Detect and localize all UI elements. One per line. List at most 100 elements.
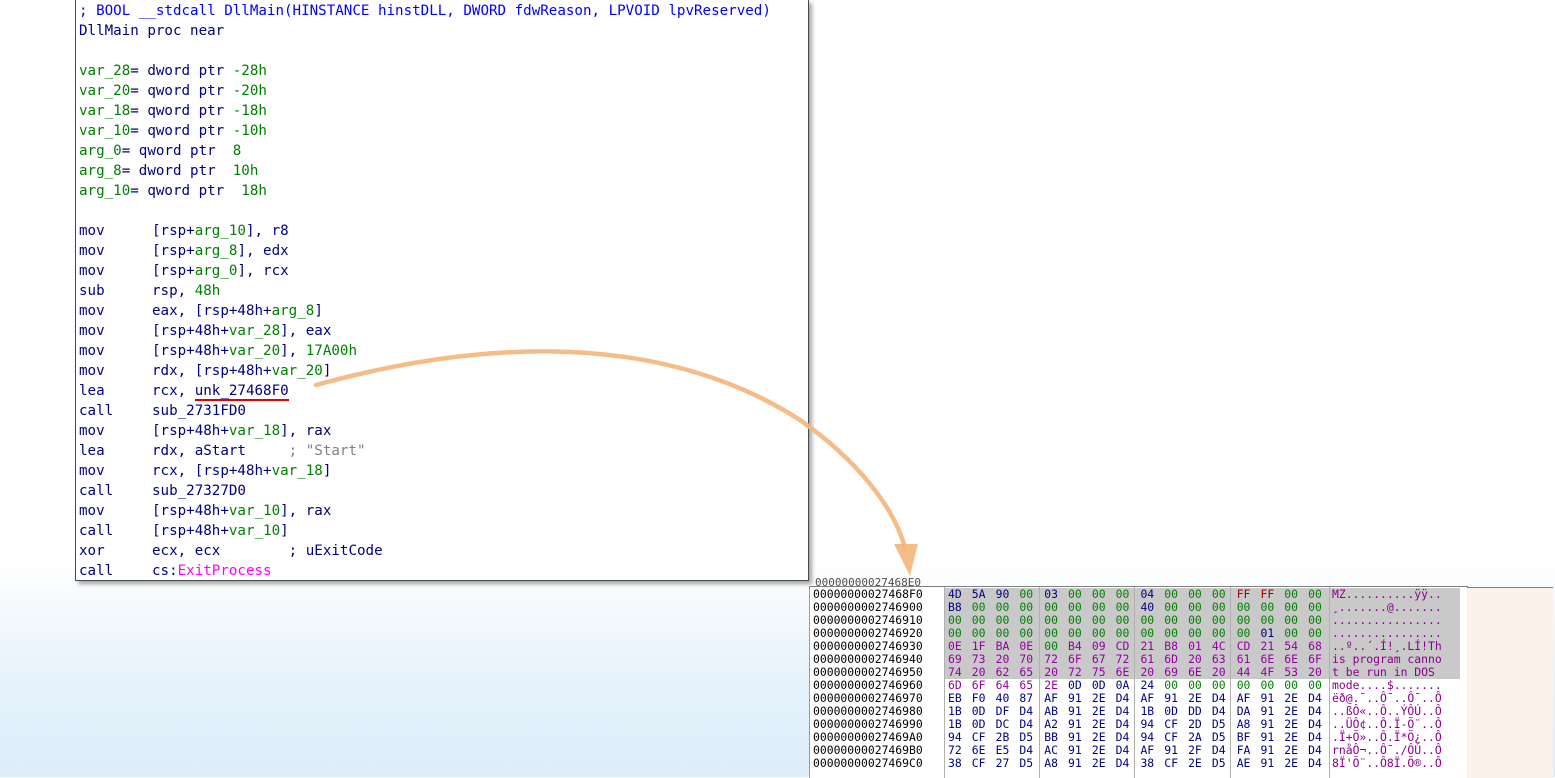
hex-byte[interactable]: 91	[1261, 757, 1280, 770]
hex-byte[interactable]: 38	[1140, 757, 1159, 770]
asm-line[interactable]: lea rcx, unk_27468F0	[79, 381, 808, 401]
instruction-operand: ], edx	[237, 243, 289, 259]
instruction-mnemonic: mov	[79, 263, 105, 279]
hex-byte[interactable]: D4	[1308, 757, 1327, 770]
hex-row[interactable]: 00000000027469C0 38 CF 27 D5 A8 91 2E D4 38 CF 2E D5…	[810, 757, 1468, 770]
instruction-mnemonic: mov	[79, 223, 105, 239]
annotation-arrowhead	[894, 544, 918, 576]
stack-variable-name[interactable]: var_10	[79, 123, 130, 139]
stack-variable-offset: 10h	[232, 163, 259, 179]
asm-line[interactable]: mov eax, [rsp+48h+arg_8]	[79, 301, 808, 321]
instruction-mnemonic: call	[79, 523, 114, 539]
asm-line[interactable]: var_28= dword ptr -28h	[79, 61, 808, 81]
asm-line[interactable]: call cs:ExitProcess	[79, 561, 808, 581]
asm-line[interactable]: arg_10= qword ptr 18h	[79, 181, 808, 201]
asm-line[interactable]: call [rsp+48h+var_10]	[79, 521, 808, 541]
asm-line[interactable]: mov [rsp+48h+var_18], rax	[79, 421, 808, 441]
asm-line[interactable]: mov rdx, [rsp+48h+var_20]	[79, 361, 808, 381]
stack-variable-name[interactable]: arg_8	[79, 163, 122, 179]
instruction-mnemonic: lea	[79, 383, 105, 399]
hex-byte[interactable]: D5	[1019, 757, 1038, 770]
asm-line[interactable]: xor ecx, ecx ; uExitCode	[79, 541, 808, 561]
asm-line[interactable]: mov rcx, [rsp+48h+var_18]	[79, 461, 808, 481]
operand-variable-ref[interactable]: arg_8	[272, 303, 315, 319]
hex-byte[interactable]: D4	[1116, 757, 1135, 770]
asm-line[interactable]: ; BOOL __stdcall DllMain(HINSTANCE hinst…	[79, 1, 808, 21]
instruction-operand: ], eax	[280, 323, 332, 339]
operand-variable-ref[interactable]: arg_10	[195, 223, 246, 239]
asm-line[interactable]: var_20= qword ptr -20h	[79, 81, 808, 101]
instruction-operand: ], r8	[245, 223, 289, 239]
instruction-operand: [rsp+48h+	[152, 503, 229, 519]
operand-variable-ref[interactable]: var_18	[229, 423, 280, 439]
hex-view[interactable]: 00000000027468F0 4D 5A 90 00 03 00 00 00 04 00 00 00…	[809, 586, 1468, 778]
asm-line[interactable]: mov [rsp+48h+var_28], eax	[79, 321, 808, 341]
hex-byte[interactable]: CF	[1164, 757, 1183, 770]
stack-variable-offset: -28h	[232, 63, 267, 79]
asm-line[interactable]: mov [rsp+arg_8], edx	[79, 241, 808, 261]
operand-variable-ref[interactable]: arg_0	[195, 263, 238, 279]
asm-line[interactable]: DllMain proc near	[79, 21, 808, 41]
asm-line[interactable]: lea rdx, aStart ; "Start"	[79, 441, 808, 461]
operand-variable-ref[interactable]: var_10	[229, 503, 280, 519]
asm-line[interactable]: arg_0= qword ptr 8	[79, 141, 808, 161]
instruction-mnemonic: mov	[79, 243, 105, 259]
hex-view-right-pane	[1467, 587, 1553, 778]
disassembly-view[interactable]: ; BOOL __stdcall DllMain(HINSTANCE hinst…	[75, 0, 809, 581]
instruction-mnemonic: call	[79, 403, 114, 419]
instruction-operand: rcx,	[152, 383, 195, 399]
hex-byte[interactable]: CF	[972, 757, 991, 770]
hex-byte[interactable]: 91	[1068, 757, 1087, 770]
stack-variable-offset: 18h	[241, 183, 267, 199]
asm-line[interactable]: mov [rsp+48h+var_20], 17A00h	[79, 341, 808, 361]
stack-variable-offset: -20h	[232, 83, 267, 99]
hex-byte[interactable]: AE	[1237, 757, 1256, 770]
hex-byte[interactable]: A8	[1044, 757, 1063, 770]
asm-line[interactable]: call sub_2731FD0	[79, 401, 808, 421]
stack-variable-name[interactable]: var_28	[79, 63, 130, 79]
hex-byte[interactable]: 27	[996, 757, 1015, 770]
operand-variable-ref[interactable]: var_28	[229, 323, 280, 339]
asm-line[interactable]: var_18= qword ptr -18h	[79, 101, 808, 121]
stack-variable-name[interactable]: var_18	[79, 103, 130, 119]
asm-line[interactable]: call sub_27327D0	[79, 481, 808, 501]
instruction-comment: ; "Start"	[288, 443, 366, 459]
hex-byte[interactable]: 2E	[1092, 757, 1111, 770]
operand-variable-ref[interactable]: var_20	[229, 343, 280, 359]
instruction-operand: [rsp+	[152, 263, 195, 279]
instruction-operand: ], rax	[280, 423, 332, 439]
hex-byte[interactable]: D5	[1212, 757, 1231, 770]
stack-variable-name[interactable]: arg_0	[79, 143, 122, 159]
operand-variable-ref[interactable]: var_20	[272, 363, 323, 379]
asm-line[interactable]: arg_8= dword ptr 10h	[79, 161, 808, 181]
hex-byte[interactable]: 2E	[1284, 757, 1303, 770]
highlighted-data-ref[interactable]: unk_27468F0	[194, 383, 289, 401]
asm-line[interactable]: mov [rsp+arg_0], rcx	[79, 261, 808, 281]
asm-line[interactable]: mov [rsp+arg_10], r8	[79, 221, 808, 241]
operand-variable-ref[interactable]: var_10	[229, 523, 280, 539]
hex-ascii-text[interactable]: 8Ï'Õ¨..Ô8Ï.Õ®..Ô	[1332, 757, 1442, 770]
asm-line[interactable]: mov [rsp+48h+var_10], rax	[79, 501, 808, 521]
stack-variable-name[interactable]: arg_10	[79, 183, 130, 199]
asm-line[interactable]	[79, 201, 808, 221]
asm-line[interactable]: var_10= qword ptr -10h	[79, 121, 808, 141]
stack-variable-type: = qword ptr	[121, 143, 233, 159]
stack-variable-type: = qword ptr	[130, 103, 233, 119]
instruction-operand: ecx, ecx ; uExitCode	[152, 543, 383, 559]
hex-byte[interactable]: 2E	[1188, 757, 1207, 770]
stack-variable-name[interactable]: var_20	[79, 83, 130, 99]
instruction-mnemonic: mov	[79, 503, 105, 519]
operand-variable-ref[interactable]: var_18	[272, 463, 323, 479]
hex-byte[interactable]: 38	[948, 757, 967, 770]
instruction-operand: ]	[322, 363, 332, 379]
asm-line[interactable]	[79, 41, 808, 61]
instruction-mnemonic: mov	[79, 303, 105, 319]
instruction-mnemonic: call	[79, 563, 114, 579]
instruction-operand: [rsp+	[152, 223, 195, 239]
operand-variable-ref[interactable]: arg_8	[195, 243, 238, 259]
import-function-ref[interactable]: ExitProcess	[178, 563, 272, 579]
stack-variable-type: = qword ptr	[130, 83, 233, 99]
asm-line[interactable]: sub rsp, 48h	[79, 281, 808, 301]
instruction-operand: ],	[280, 343, 306, 359]
instruction-operand: ], rcx	[237, 263, 289, 279]
